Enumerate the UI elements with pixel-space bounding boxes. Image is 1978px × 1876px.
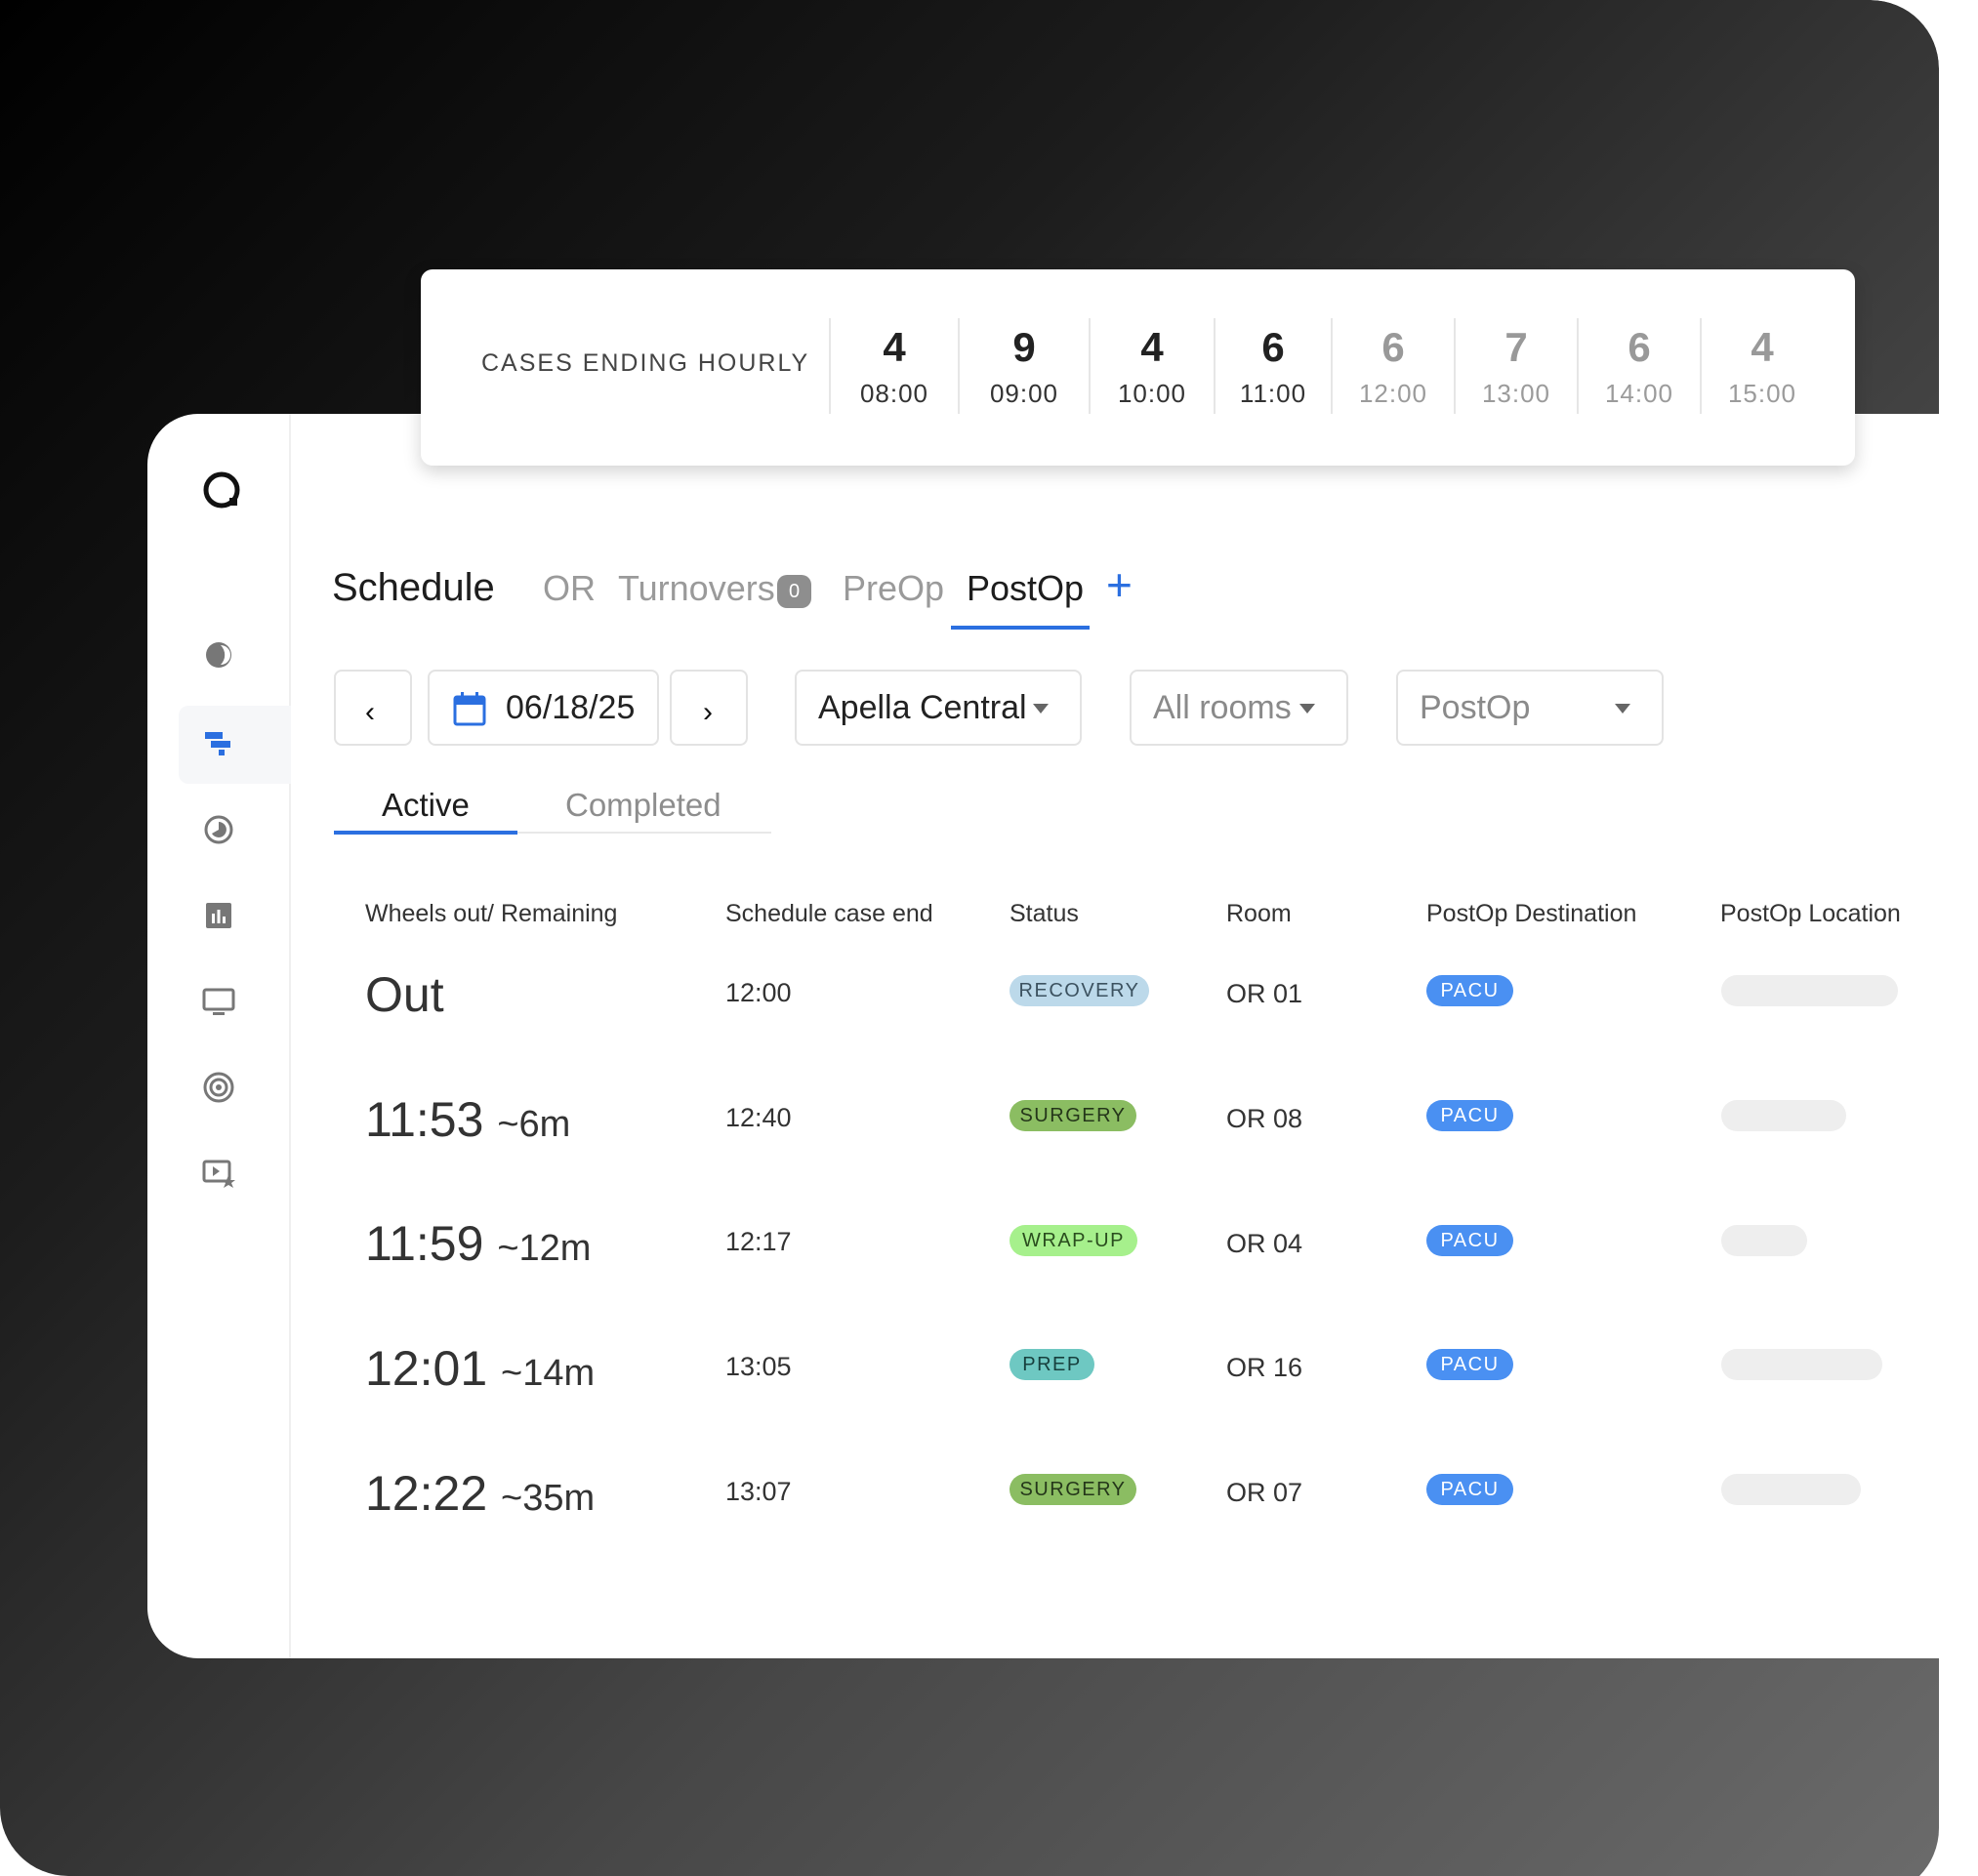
status-badge: RECOVERY: [1010, 975, 1149, 1006]
calendar-icon: [453, 692, 486, 726]
apella-logo: [203, 471, 240, 509]
hour-slot: 7 13:00: [1454, 318, 1577, 414]
column-header: Status: [1010, 900, 1079, 927]
destination-badge: PACU: [1426, 1100, 1513, 1131]
hourly-label: CASES ENDING HOURLY: [481, 349, 810, 377]
insights-icon[interactable]: [201, 898, 236, 933]
tab-preop[interactable]: PreOp: [843, 568, 944, 609]
wheels-out: 11:59 ~12m: [365, 1216, 592, 1271]
active-tab-indicator: [951, 626, 1090, 630]
room: OR 01: [1226, 979, 1303, 1008]
sidebar: [147, 414, 291, 1658]
add-tab-button[interactable]: +: [1106, 558, 1133, 611]
column-header: Schedule case end: [725, 900, 933, 927]
hour-slot: 9 09:00: [958, 318, 1089, 414]
subtab-active-indicator: [334, 831, 517, 835]
subtab-active[interactable]: Active: [382, 787, 470, 824]
wheels-out: Out: [365, 967, 444, 1022]
status-badge: SURGERY: [1010, 1474, 1136, 1505]
wheels-out: 11:53 ~6m: [365, 1092, 571, 1147]
tab-postop[interactable]: PostOp: [967, 568, 1084, 609]
turnovers-count-badge: 0: [777, 575, 811, 608]
prev-day-button[interactable]: ‹: [334, 670, 412, 746]
column-header: PostOp Location: [1720, 900, 1901, 927]
case-end: 13:05: [725, 1352, 792, 1381]
status-badge: SURGERY: [1010, 1100, 1136, 1131]
tab-or[interactable]: OR: [543, 568, 596, 609]
subtab-completed[interactable]: Completed: [565, 787, 721, 824]
highlights-icon[interactable]: [201, 1156, 236, 1191]
tab-turnovers[interactable]: Turnovers: [618, 568, 775, 609]
hour-slot: 6 12:00: [1331, 318, 1454, 414]
room: OR 16: [1226, 1353, 1303, 1382]
caret-down-icon: [1299, 704, 1315, 714]
phase-select-value: PostOp: [1420, 689, 1531, 726]
timer-icon[interactable]: [201, 812, 236, 847]
room: OR 08: [1226, 1104, 1303, 1133]
rooms-select[interactable]: All rooms: [1130, 670, 1348, 746]
location-placeholder: [1721, 1100, 1846, 1131]
column-header: PostOp Destination: [1426, 900, 1637, 927]
room: OR 04: [1226, 1229, 1303, 1258]
location-placeholder: [1721, 1349, 1882, 1380]
wheels-out: 12:22 ~35m: [365, 1466, 596, 1521]
hour-slot: 4 10:00: [1089, 318, 1214, 414]
site-select[interactable]: Apella Central: [795, 670, 1082, 746]
destination-badge: PACU: [1426, 975, 1513, 1006]
site-select-value: Apella Central: [818, 689, 1027, 726]
column-header: Wheels out/ Remaining: [365, 900, 618, 927]
location-placeholder: [1721, 1225, 1807, 1256]
hour-slot: 6 11:00: [1214, 318, 1331, 414]
location-placeholder: [1721, 1474, 1861, 1505]
rooms-select-value: All rooms: [1153, 689, 1292, 726]
case-end: 12:40: [725, 1103, 792, 1132]
chevron-left-icon: ‹: [365, 696, 375, 728]
column-header: Room: [1226, 900, 1292, 927]
hour-slot: 6 14:00: [1577, 318, 1700, 414]
monitor-icon[interactable]: [201, 984, 236, 1019]
next-day-button[interactable]: ›: [670, 670, 748, 746]
radar-icon[interactable]: [201, 1070, 236, 1105]
room: OR 07: [1226, 1478, 1303, 1507]
location-placeholder: [1721, 975, 1898, 1006]
cases-ending-hourly-panel: CASES ENDING HOURLY 4 08:00 9 09:00 4 10…: [421, 269, 1855, 466]
destination-badge: PACU: [1426, 1349, 1513, 1380]
destination-badge: PACU: [1426, 1474, 1513, 1505]
case-end: 12:00: [725, 978, 792, 1007]
date-picker[interactable]: 06/18/25: [428, 670, 659, 746]
destination-badge: PACU: [1426, 1225, 1513, 1256]
wheels-out: 12:01 ~14m: [365, 1341, 596, 1396]
page-title: Schedule: [332, 566, 495, 609]
hour-slot: 4 15:00: [1700, 318, 1823, 414]
case-end: 13:07: [725, 1477, 792, 1506]
caret-down-icon: [1033, 704, 1049, 714]
case-end: 12:17: [725, 1227, 792, 1256]
hour-slot: 4 08:00: [829, 318, 958, 414]
status-badge: WRAP-UP: [1010, 1225, 1137, 1256]
schedule-icon[interactable]: [201, 726, 236, 761]
phase-select[interactable]: PostOp: [1396, 670, 1664, 746]
date-value: 06/18/25: [506, 689, 636, 726]
status-badge: PREP: [1010, 1349, 1094, 1380]
live-icon[interactable]: [201, 637, 236, 673]
caret-down-icon: [1615, 704, 1630, 714]
chevron-right-icon: ›: [703, 696, 713, 728]
